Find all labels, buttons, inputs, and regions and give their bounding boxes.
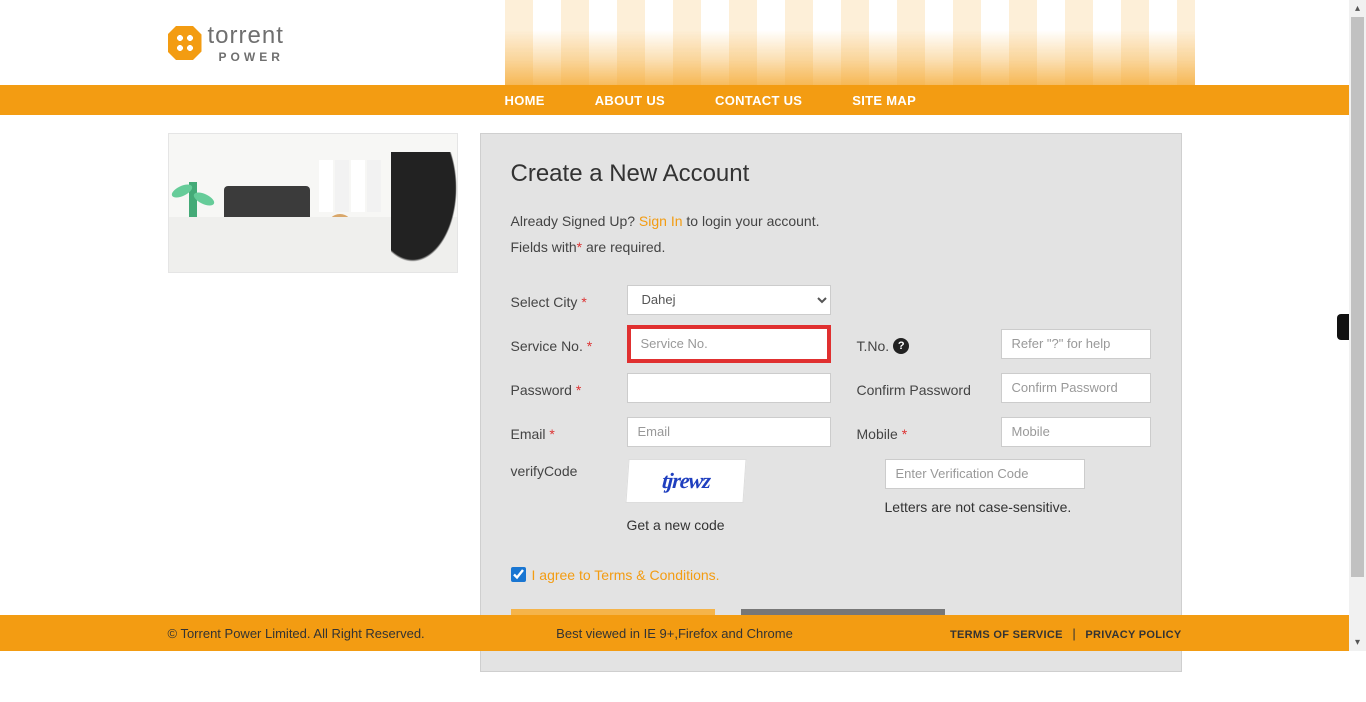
footer-privacy-link[interactable]: PRIVACY POLICY	[1085, 629, 1181, 641]
logo-line1: torrent	[208, 22, 284, 50]
label-city: Select City *	[511, 290, 627, 310]
label-mobile: Mobile *	[831, 422, 1001, 442]
help-icon[interactable]: ?	[893, 338, 909, 354]
confirm-password-input[interactable]	[1001, 373, 1151, 403]
scroll-up-button[interactable]: ▴	[1349, 0, 1366, 17]
label-verify-code: verifyCode	[511, 459, 627, 479]
logo-line2: POWER	[208, 50, 284, 64]
service-no-input[interactable]	[627, 325, 831, 363]
signup-form: Create a New Account Already Signed Up? …	[480, 133, 1182, 672]
tno-input[interactable]	[1001, 329, 1151, 359]
footer-browser-note: Best viewed in IE 9+,Firefox and Chrome	[556, 626, 793, 641]
label-service-no: Service No. *	[511, 334, 627, 354]
header: torrent POWER	[155, 0, 1195, 85]
label-password: Password *	[511, 378, 627, 398]
footer-tos-link[interactable]: TERMS OF SERVICE	[950, 629, 1063, 641]
scrollbar[interactable]: ▴ ▾	[1349, 0, 1366, 651]
password-input[interactable]	[627, 373, 831, 403]
label-confirm-password: Confirm Password	[831, 378, 1001, 398]
captcha-image: tjrewz	[625, 459, 746, 503]
logo-text: torrent POWER	[208, 22, 284, 64]
terms-checkbox[interactable]	[511, 567, 526, 582]
form-heading: Create a New Account	[511, 160, 1151, 188]
nav-about[interactable]: ABOUT US	[595, 93, 665, 108]
email-input[interactable]	[627, 417, 831, 447]
label-email: Email *	[511, 422, 627, 442]
case-hint: Letters are not case-sensitive.	[885, 499, 1151, 515]
main-nav: HOME ABOUT US CONTACT US SITE MAP	[0, 85, 1349, 115]
logo-mark-icon	[168, 26, 202, 60]
footer: © Torrent Power Limited. All Right Reser…	[0, 615, 1349, 651]
header-illustration	[505, 0, 1195, 85]
sidebar-image	[168, 133, 458, 273]
scroll-down-button[interactable]: ▾	[1349, 634, 1366, 651]
required-fields-text: Fields with* are required.	[511, 236, 1151, 258]
mobile-input[interactable]	[1001, 417, 1151, 447]
nav-home[interactable]: HOME	[505, 93, 545, 108]
verification-code-input[interactable]	[885, 459, 1085, 489]
footer-separator: |	[1072, 626, 1075, 641]
label-tno: T.No. ?	[831, 334, 1001, 354]
footer-copyright: © Torrent Power Limited. All Right Reser…	[168, 626, 425, 641]
scroll-thumb[interactable]	[1351, 17, 1364, 577]
terms-link[interactable]: I agree to Terms & Conditions.	[532, 567, 720, 583]
side-feedback-tab[interactable]	[1337, 314, 1349, 340]
logo[interactable]: torrent POWER	[168, 22, 284, 64]
nav-sitemap[interactable]: SITE MAP	[852, 93, 916, 108]
get-new-code-link[interactable]: Get a new code	[627, 517, 831, 533]
nav-contact[interactable]: CONTACT US	[715, 93, 802, 108]
signin-link[interactable]: Sign In	[639, 213, 683, 229]
already-signed-text: Already Signed Up? Sign In to login your…	[511, 210, 1151, 232]
city-select[interactable]: Dahej	[627, 285, 831, 315]
